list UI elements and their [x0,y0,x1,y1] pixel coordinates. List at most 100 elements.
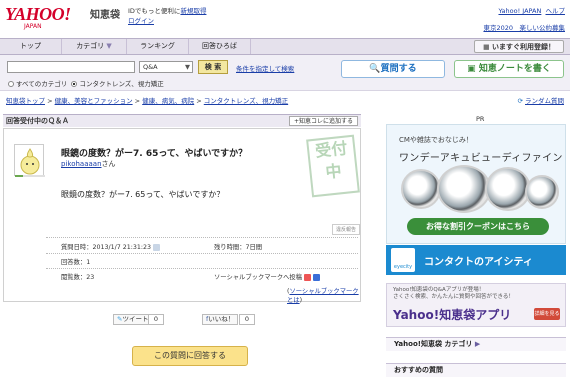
breadcrumb: 知恵袋トップ > 健康、美容とファッション > 健康、病気、病院 > コンタクト… [6,97,289,105]
bookmark-icon[interactable] [304,273,312,281]
login-link[interactable]: ログイン [128,17,154,25]
answers-label: 回答数： [61,259,87,266]
note-icon: ▣ [467,64,476,74]
social-help-link[interactable]: ソーシャルブックマークとは [287,288,359,304]
chevron-down-icon: ▼ [185,63,190,71]
avatar-icon [15,148,45,177]
breadcrumb-item[interactable]: 健康、病気、病院 [142,97,194,105]
search-scope-radios: すべてのカテゴリ コンタクトレンズ、視力矯正 [8,78,164,88]
add-collection-label: 知恵コレに追加する [298,118,353,125]
ad-banner-acuvue[interactable]: CMや雑誌でおなじみ！ ワンデーアキュビューディファイン お得な割引クーポンはこ… [386,124,566,244]
lens-image [485,167,531,211]
ad3-title: Yahoo!知恵袋アプリ [393,308,512,322]
ask-question-label: 質問する [380,64,417,74]
like-button[interactable]: fいいね！ [202,314,239,325]
write-note-label: 知恵ノートを書く [478,64,551,74]
like-label: いいね！ [208,315,235,323]
status-stamp: 受付中 [306,134,360,198]
service-name[interactable]: 知恵袋 [90,6,120,21]
yahoo-logo-sub: JAPAN [24,23,42,30]
category-box-header: Yahoo!知恵袋 カテゴリ ▶ [386,337,566,351]
question-body: 眼鏡の度数？がー7. 65って、やばいですか？ [61,190,225,199]
chevron-right-icon: ▶ [474,340,481,348]
random-question-link[interactable]: ランダム質問 [525,97,564,105]
answer-button[interactable]: この質問に回答する [132,346,248,366]
yahoo-japan-link[interactable]: Yahoo! JAPAN [498,7,541,15]
header: YAHOO! JAPAN 知恵袋 IDでもっと便利に新規取得 ログイン Yaho… [0,0,570,38]
nav-item-category-label: カテゴリ [76,42,105,50]
section-header: 回答受付中のＱ＆Ａ +知恵コレに追加する [3,114,361,127]
lens-image [525,175,559,209]
lens-image [401,169,441,209]
nav-item-category[interactable]: カテゴリ ▼ [62,39,127,54]
user-icon: ■ [482,43,490,51]
help-link[interactable]: ヘルプ [546,7,566,15]
nav-item-ranking[interactable]: ランキング [127,39,189,54]
recommended-box-header: おすすめの質問 [386,363,566,377]
search-scope-select[interactable]: Q&A ▼ [139,61,193,73]
view-count: 閲覧数：23 [61,272,94,281]
search-scope-value: Q&A [143,63,158,71]
nav-item-answer-square[interactable]: 回答ひろば [189,39,251,54]
tweet-button[interactable]: ✎ツイート [113,314,153,325]
eyecity-logo: eyecity [391,248,415,272]
search-button[interactable]: 検 索 [198,60,228,74]
header-login-line: ログイン [128,15,154,25]
question-author: pikohaaaanさん [61,159,116,169]
signup-link[interactable]: 新規取得 [180,7,206,15]
radio-all-label: すべてのカテゴリ [16,80,68,88]
search-icon: 🔍 [369,64,381,74]
promo-link[interactable]: 東京2020 楽しい公約募集 [483,24,565,32]
social-help: (ソーシャルブックマークとは) [287,288,359,304]
remaining-label: 残り時間： [214,244,246,251]
ad2-text: コンタクトのアイシティ [424,257,533,268]
breadcrumb-item[interactable]: 健康、美容とファッション [55,97,133,105]
register-button[interactable]: ■ いますぐ利用登録！ [473,40,564,53]
avatar[interactable] [14,144,45,177]
question-date: 質問日時：2013/1/7 21:31:23 [61,242,161,251]
search-input[interactable] [7,61,135,73]
date-value: 2013/1/7 21:31:23 [92,244,152,251]
pr-label: PR [476,115,485,123]
question-box: 眼鏡の度数？がー7. 65って、やばいですか？ pikohaaaanさん 眼鏡の… [3,128,361,304]
nav-item-top[interactable]: トップ [0,39,62,54]
category-head-label: Yahoo!知恵袋 カテゴリ [394,340,473,348]
date-label: 質問日時： [61,244,93,251]
advanced-search-link[interactable]: 条件を指定して検索 [236,63,294,73]
calendar-icon [153,243,161,251]
social-bookmark: ソーシャルブックマークへ投稿 [214,272,321,281]
breadcrumb-item[interactable]: コンタクトレンズ、視力矯正 [204,97,288,105]
author-suffix: さん [101,160,116,168]
register-label: いますぐ利用登録！ [492,43,555,51]
section-title: 回答受付中のＱ＆Ａ [6,117,69,125]
ask-question-button[interactable]: 🔍質問する [341,60,445,78]
views-value: 23 [86,274,95,281]
remaining-time: 残り時間：7日間 [214,242,262,251]
report-button[interactable]: 違反報告 [332,224,360,235]
answers-value: 1 [86,259,91,266]
lens-image [437,165,491,213]
yahoo-logo[interactable]: YAHOO! [5,4,71,25]
bookmark-icon[interactable] [313,273,321,281]
ad1-product: ワンデーアキュビューディファイン [399,153,563,164]
author-link[interactable]: pikohaaaan [61,160,102,168]
ad3-description: Yahoo!知恵袋のQ&Aアプリが登場！ さくさく検索、かんたんに質問や回答ができ… [393,287,514,301]
question-title: 眼鏡の度数？がー7. 65って、やばいですか？ [61,149,248,159]
divider [46,253,358,254]
header-promo-line: IDでもっと便利に新規取得 [128,5,206,15]
radio-current-category[interactable] [71,81,78,87]
chevron-down-icon: ▼ [106,42,112,50]
social-label: ソーシャルブックマークへ投稿 [214,274,303,281]
ad-banner-eyecity[interactable]: eyecity コンタクトのアイシティ [386,245,566,275]
write-note-button[interactable]: ▣ 知恵ノートを書く [454,60,564,78]
coupon-button[interactable]: お得な割引クーポンはこちら [407,218,549,235]
divider [46,237,358,238]
ad-banner-app[interactable]: Yahoo!知恵袋のQ&Aアプリが登場！ さくさく検索、かんたんに質問や回答ができ… [386,283,566,327]
add-to-collection-button[interactable]: +知恵コレに追加する [288,116,358,126]
global-nav: トップ カテゴリ ▼ ランキング 回答ひろば ■ いますぐ利用登録！ [0,38,570,55]
breadcrumb-item[interactable]: 知恵袋トップ [6,97,45,105]
radio-all-categories[interactable] [8,81,14,87]
ad3-line2: さくさく検索、かんたんに質問や回答ができる！ [393,294,514,300]
ad3-detail-button[interactable]: 詳細を見る [534,308,560,320]
views-label: 閲覧数： [61,274,87,281]
